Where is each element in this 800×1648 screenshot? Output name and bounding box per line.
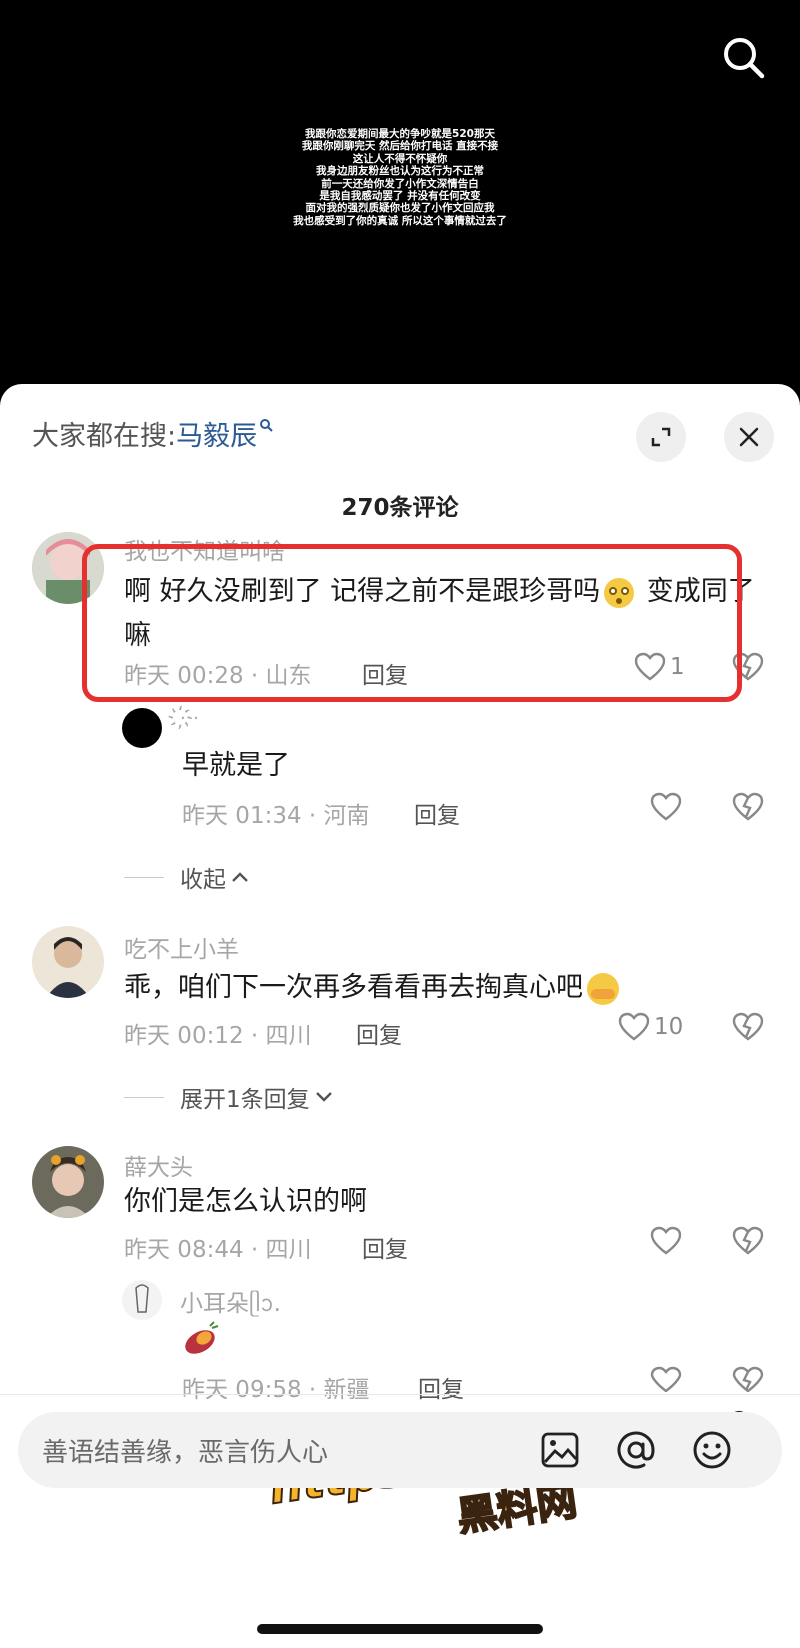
caption-line: 前一天还给你发了小作文深情告白: [321, 177, 479, 190]
caption-line: 面对我的强烈质疑你也发了小作文回应我: [305, 202, 495, 215]
divider: [124, 1096, 164, 1098]
video-area[interactable]: 我跟你恋爱期间最大的争吵就是520那天 我跟你刚聊完天 然后给你打电话 直接不接…: [0, 0, 800, 400]
reply-button[interactable]: 回复: [362, 1230, 408, 1264]
comment-input[interactable]: 善语结善缘，恶言伤人心: [18, 1412, 782, 1488]
comment-text: 乖，咱们下一次再多看看再去掏真心吧: [124, 966, 619, 1010]
trending-search[interactable]: 大家都在搜:马毅辰: [32, 414, 273, 453]
highlight-annotation: [82, 544, 742, 702]
at-icon: [617, 1431, 655, 1469]
video-caption: 我跟你恋爱期间最大的争吵就是520那天 我跟你刚聊完天 然后给你打电话 直接不接…: [0, 128, 800, 227]
chevron-down-icon: [315, 1092, 332, 1102]
comment-time-location: 昨天 00:12 · 四川: [124, 1023, 312, 1049]
collapse-label: 收起: [180, 867, 226, 893]
caption-line: 这让人不得不怀疑你: [352, 152, 448, 165]
expand-replies-button[interactable]: 展开1条回复: [124, 1080, 334, 1114]
comment-username[interactable]: 薛大头: [124, 1148, 193, 1182]
comment-input-placeholder: 善语结善缘，恶言伤人心: [42, 1438, 329, 1468]
caption-line: 是我自我感动罢了 并没有任何改变: [319, 190, 481, 203]
comment-time-location: 昨天 09:58 · 新疆: [182, 1377, 370, 1403]
comment-count: 270条评论: [341, 495, 459, 521]
comment-sheet: 大家都在搜:马毅辰 270条评论 我也不知道叫啥 啊 好久没刷到了 记得之前不是…: [0, 384, 800, 1648]
comment-username[interactable]: 小耳朵ᥫᩣ.: [180, 1284, 281, 1323]
home-indicator[interactable]: [257, 1624, 543, 1634]
caption-line: 我跟你刚聊完天 然后给你打电话 直接不接: [301, 140, 499, 153]
comment-username[interactable]: 吃不上小羊: [124, 930, 239, 964]
like-count: 10: [654, 1014, 684, 1040]
like-button[interactable]: 10: [618, 1012, 683, 1042]
comment-text: 你们是怎么认识的啊: [124, 1186, 367, 1217]
heart-icon[interactable]: [650, 792, 682, 822]
dislike-icon[interactable]: [732, 1226, 764, 1256]
heart-icon[interactable]: [650, 1366, 682, 1392]
comment-username[interactable]: ·҉·: [180, 708, 199, 729]
search-icon[interactable]: [720, 34, 768, 82]
reply-button[interactable]: 回复: [418, 1370, 464, 1404]
dislike-icon[interactable]: [732, 1012, 764, 1042]
heart-icon[interactable]: [650, 1226, 682, 1256]
close-icon: [739, 427, 759, 447]
comment-text-part: 乖，咱们下一次再多看看再去掏真心吧: [124, 972, 583, 1003]
search-icon: [260, 419, 273, 432]
sweet-potato-emoji-icon: [185, 1321, 219, 1354]
reply-button[interactable]: 回复: [356, 1016, 402, 1050]
caption-line: 我也感受到了你的真诚 所以这个事情就过去了: [293, 214, 507, 227]
comment-text: 早就是了: [182, 750, 290, 781]
image-icon: [541, 1432, 579, 1468]
avatar-image: [32, 926, 104, 998]
expand-label: 展开1条回复: [180, 1087, 310, 1113]
comment-time-location: 昨天 01:34 · 河南: [182, 803, 370, 829]
smiley-icon: [693, 1431, 731, 1469]
chevron-up-icon: [232, 872, 248, 882]
divider: [0, 1394, 800, 1395]
avatar-image: [32, 1146, 104, 1218]
heart-icon: [618, 1012, 650, 1041]
trending-prefix: 大家都在搜:: [32, 421, 177, 452]
caption-line: 我跟你恋爱期间最大的争吵就是520那天: [305, 128, 495, 140]
reply-button[interactable]: 回复: [414, 796, 460, 830]
emoji-button[interactable]: [690, 1428, 734, 1472]
avatar[interactable]: [122, 708, 162, 748]
expand-button[interactable]: [636, 412, 686, 462]
trending-keyword[interactable]: 马毅辰: [176, 421, 257, 452]
caption-line: 我身边朋友粉丝也认为这行为不正常: [316, 165, 484, 178]
collapse-replies-button[interactable]: 收起: [124, 860, 250, 894]
dislike-icon[interactable]: [732, 792, 764, 822]
avatar[interactable]: [32, 926, 104, 998]
comment-time-location: 昨天 08:44 · 四川: [124, 1237, 312, 1263]
close-button[interactable]: [724, 412, 774, 462]
mention-button[interactable]: [614, 1428, 658, 1472]
avatar-image: [122, 1280, 162, 1320]
image-button[interactable]: [538, 1428, 582, 1472]
expand-icon: [651, 427, 671, 447]
dislike-icon[interactable]: [732, 1366, 764, 1392]
avatar[interactable]: [122, 1280, 162, 1320]
shy-emoji-icon: [587, 972, 619, 1005]
divider: [124, 876, 164, 878]
avatar[interactable]: [32, 1146, 104, 1218]
